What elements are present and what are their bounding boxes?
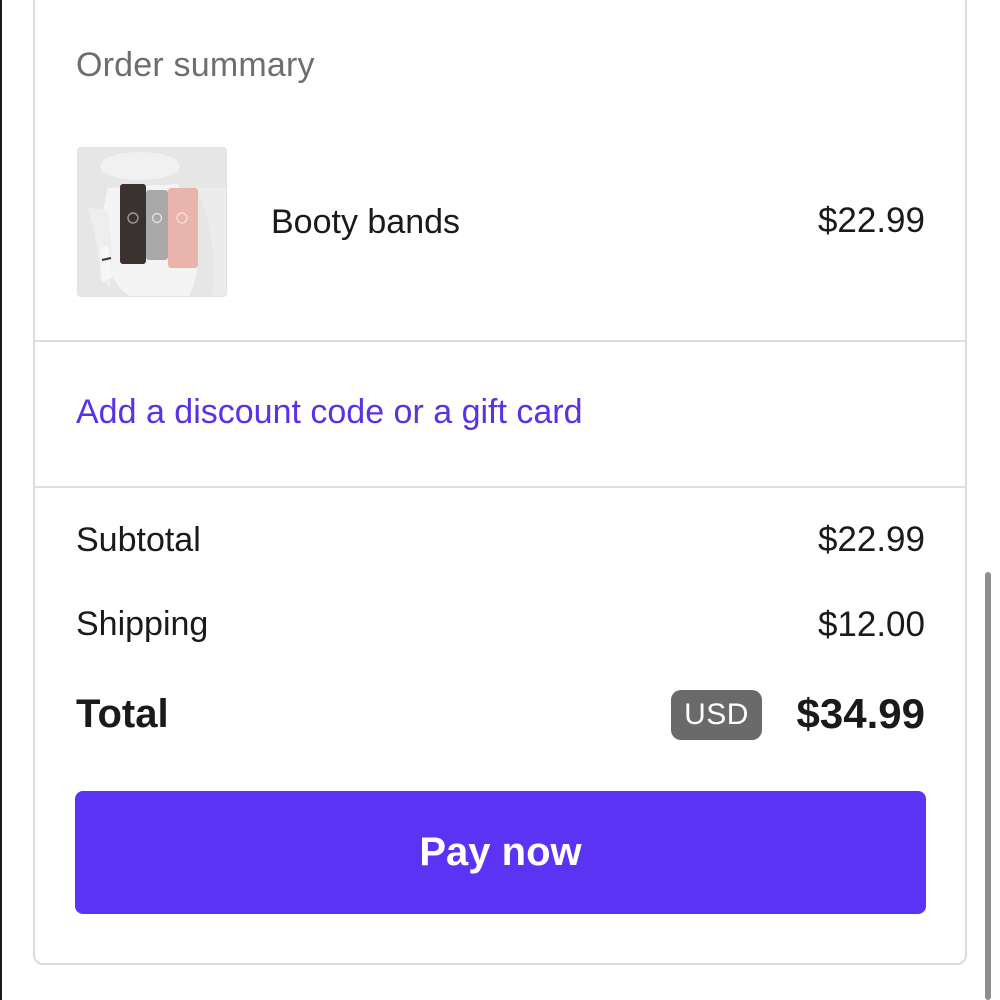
product-thumbnail <box>77 147 227 297</box>
divider <box>35 340 965 342</box>
shipping-value: $12.00 <box>817 605 925 644</box>
shipping-label: Shipping <box>76 605 209 643</box>
add-discount-code-link[interactable]: Add a discount code or a gift card <box>76 393 583 432</box>
divider <box>35 486 965 488</box>
scrollbar[interactable] <box>985 572 991 1000</box>
line-item-price: $22.99 <box>817 201 925 240</box>
subtotal-value: $22.99 <box>817 520 925 559</box>
window-left-edge <box>0 0 2 1000</box>
total-value: $34.99 <box>796 690 925 737</box>
currency-badge: USD <box>671 690 762 740</box>
order-summary-title: Order summary <box>76 46 315 84</box>
subtotal-label: Subtotal <box>76 521 201 559</box>
pay-now-button[interactable]: Pay now <box>75 791 926 914</box>
line-item-name: Booty bands <box>271 203 461 241</box>
total-label: Total <box>76 692 169 736</box>
resistance-bands-image <box>78 148 226 296</box>
